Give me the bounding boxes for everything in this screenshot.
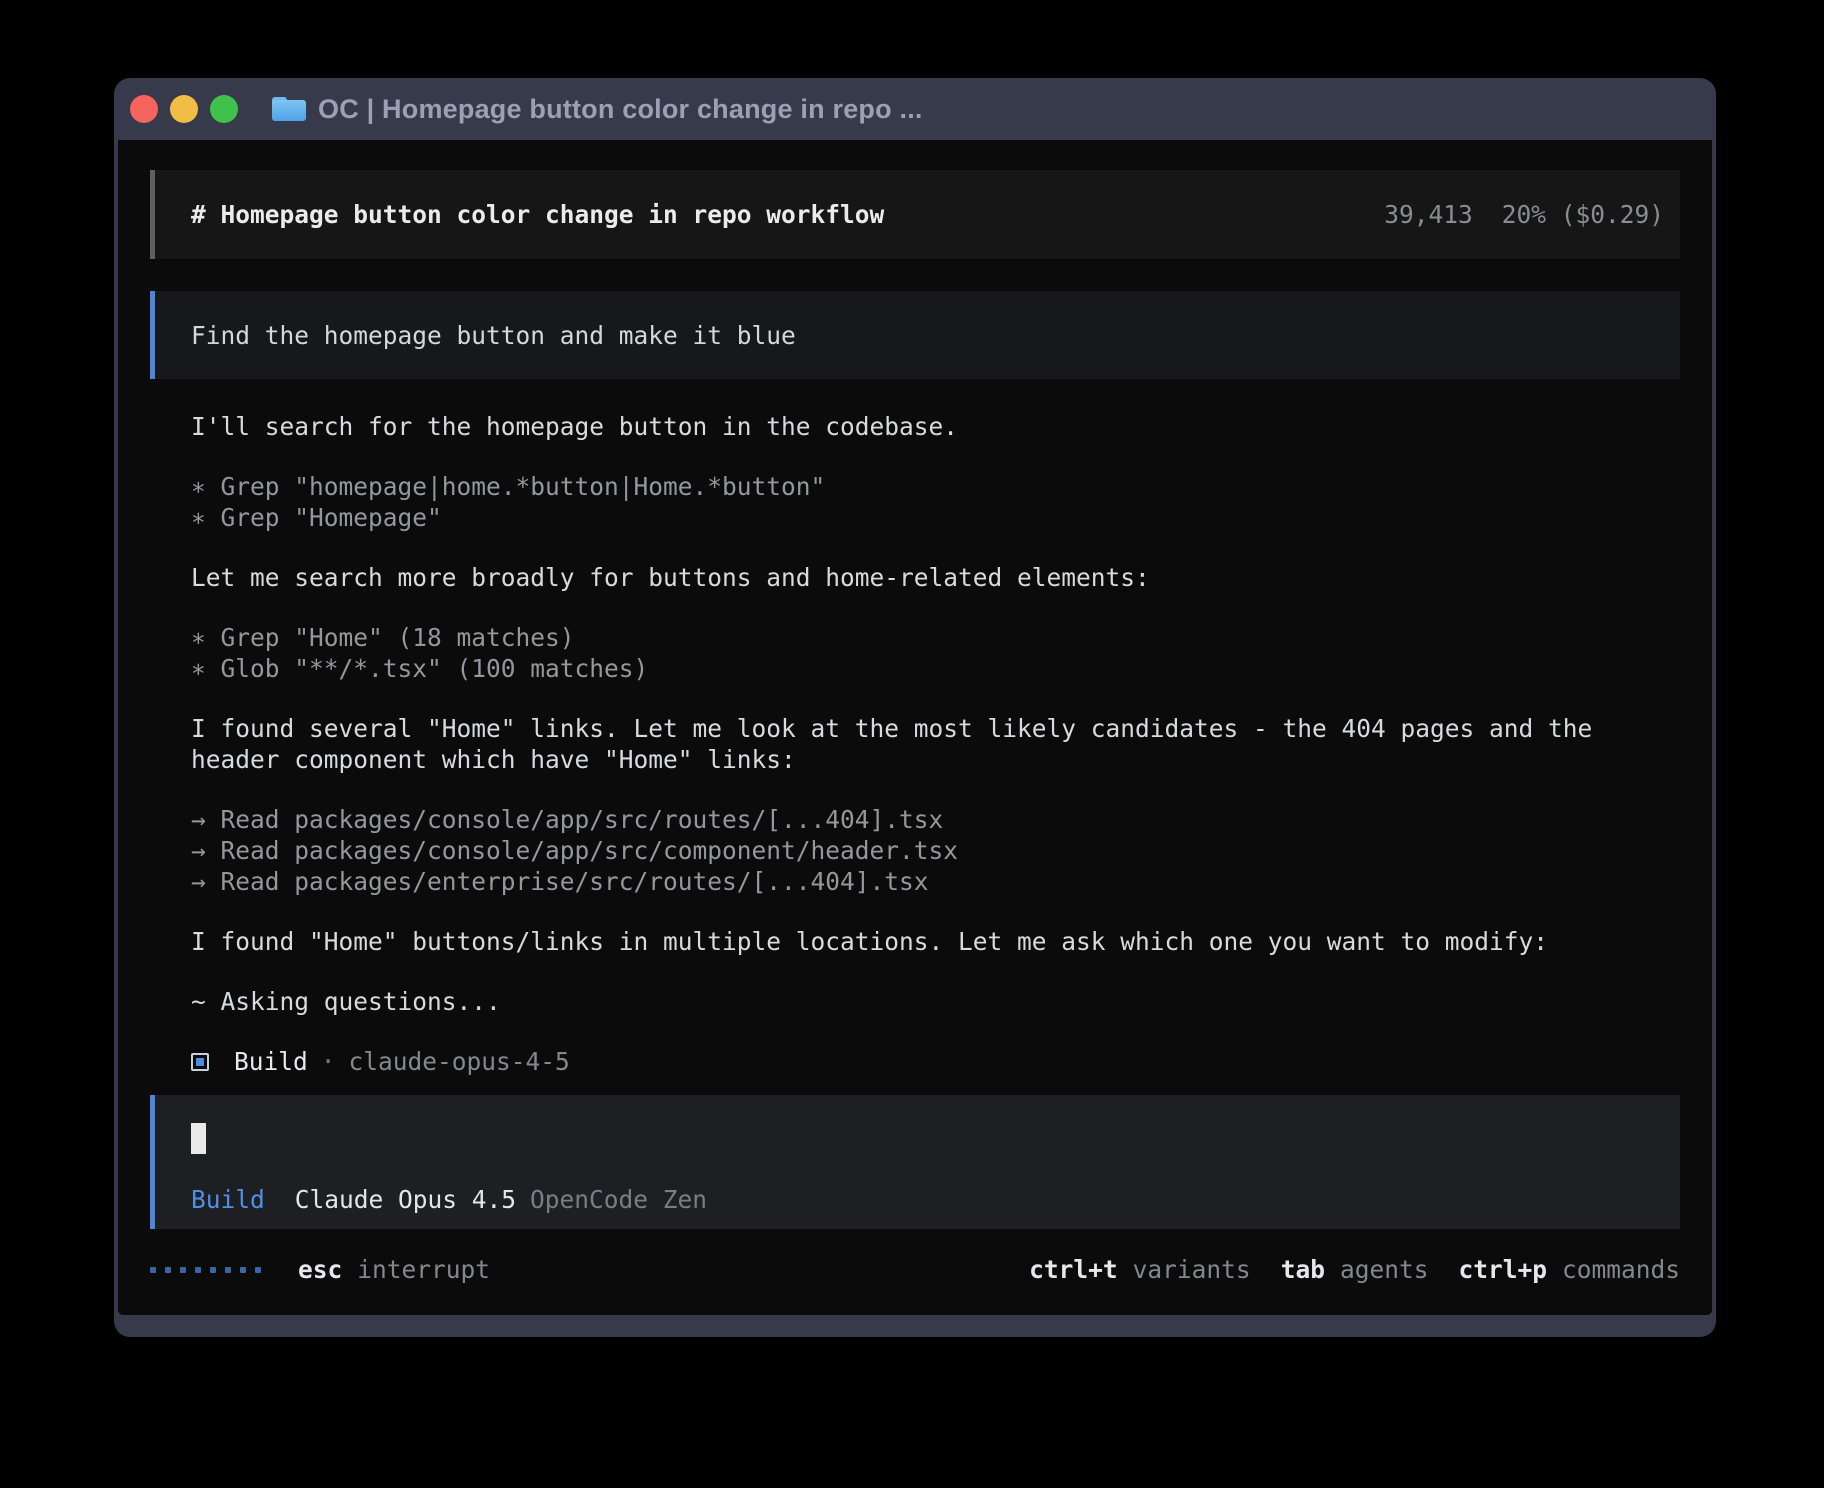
hint-agents[interactable]: tab agents xyxy=(1281,1254,1429,1285)
agent-mode[interactable]: Build xyxy=(191,1184,265,1215)
terminal-window: OC | Homepage button color change in rep… xyxy=(114,78,1716,1337)
assistant-transcript: I'll search for the homepage button in t… xyxy=(150,411,1680,1077)
assistant-text: I found several "Home" links. Let me loo… xyxy=(191,713,1680,775)
hint-variants[interactable]: ctrl+t variants xyxy=(1029,1254,1251,1285)
tool-call-grep: ∗ Grep "Homepage" xyxy=(191,502,1680,533)
terminal-content: # Homepage button color change in repo w… xyxy=(118,140,1712,1315)
tool-call-grep: ∗ Grep "Home" (18 matches) xyxy=(191,622,1680,653)
separator-dot: · xyxy=(321,1046,336,1077)
assistant-text: I found "Home" buttons/links in multiple… xyxy=(191,926,1680,957)
working-spinner-icon xyxy=(150,1267,261,1273)
model-row: Build Claude Opus 4.5 OpenCode Zen xyxy=(191,1184,1680,1215)
esc-label: interrupt xyxy=(357,1254,490,1285)
status-bar: esc interrupt ctrl+t variants tab agents… xyxy=(150,1254,1680,1285)
prompt-input[interactable]: Build Claude Opus 4.5 OpenCode Zen xyxy=(150,1095,1680,1229)
text-cursor xyxy=(191,1123,206,1154)
session-meta: 39,413 20% ($0.29) xyxy=(1384,199,1664,230)
user-message-text: Find the homepage button and make it blu… xyxy=(191,320,796,351)
close-button[interactable] xyxy=(130,95,158,123)
hint-commands[interactable]: ctrl+p commands xyxy=(1458,1254,1680,1285)
assistant-text: Let me search more broadly for buttons a… xyxy=(191,562,1680,593)
assistant-text: I'll search for the homepage button in t… xyxy=(191,411,1680,442)
status-bar-left: esc interrupt xyxy=(150,1254,490,1285)
tab-key: tab xyxy=(1281,1254,1325,1285)
tool-call-glob: ∗ Glob "**/*.tsx" (100 matches) xyxy=(191,653,1680,684)
variants-label: variants xyxy=(1133,1254,1251,1285)
agent-name: Build xyxy=(234,1046,308,1077)
user-message: Find the homepage button and make it blu… xyxy=(150,291,1680,379)
folder-icon xyxy=(272,97,306,121)
tool-call-read: → Read packages/enterprise/src/routes/[.… xyxy=(191,866,1680,897)
tool-call-grep: ∗ Grep "homepage|home.*button|Home.*butt… xyxy=(191,471,1680,502)
minimize-button[interactable] xyxy=(170,95,198,123)
window-title: OC | Homepage button color change in rep… xyxy=(318,94,923,125)
ctrl-p-key: ctrl+p xyxy=(1458,1254,1547,1285)
status-bar-right: ctrl+t variants tab agents ctrl+p comman… xyxy=(1029,1254,1680,1285)
token-count: 39,413 xyxy=(1384,199,1473,230)
ctrl-t-key: ctrl+t xyxy=(1029,1254,1118,1285)
traffic-lights xyxy=(130,95,238,123)
session-title: # Homepage button color change in repo w… xyxy=(191,199,884,230)
window-titlebar[interactable]: OC | Homepage button color change in rep… xyxy=(118,78,1712,140)
tool-call-read: → Read packages/console/app/src/routes/[… xyxy=(191,804,1680,835)
agent-status-badge: Build · claude-opus-4-5 xyxy=(191,1046,1680,1077)
build-agent-icon xyxy=(191,1053,209,1071)
model-provider: OpenCode Zen xyxy=(530,1184,707,1215)
maximize-button[interactable] xyxy=(210,95,238,123)
esc-key: esc xyxy=(298,1254,342,1285)
context-cost: 20% ($0.29) xyxy=(1502,199,1664,230)
status-text: ~ Asking questions... xyxy=(191,986,1680,1017)
session-header: # Homepage button color change in repo w… xyxy=(150,170,1680,259)
model-name[interactable]: Claude Opus 4.5 xyxy=(295,1184,516,1215)
commands-label: commands xyxy=(1562,1254,1680,1285)
agents-label: agents xyxy=(1340,1254,1429,1285)
model-id: claude-opus-4-5 xyxy=(349,1046,570,1077)
hint-interrupt[interactable]: esc interrupt xyxy=(298,1254,490,1285)
tool-call-read: → Read packages/console/app/src/componen… xyxy=(191,835,1680,866)
